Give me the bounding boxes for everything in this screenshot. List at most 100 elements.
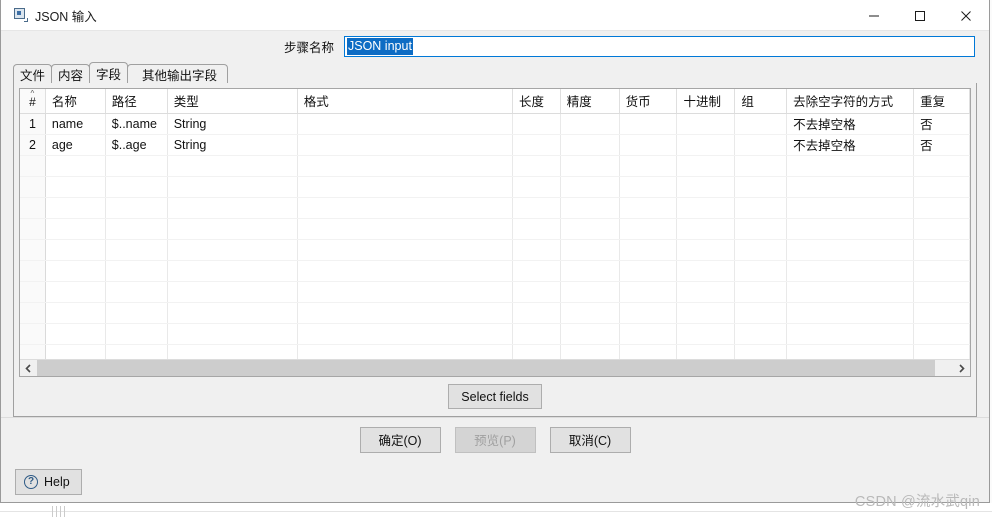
cell-empty[interactable] — [45, 344, 106, 359]
cell-empty[interactable] — [676, 281, 736, 303]
cell-empty[interactable] — [676, 197, 736, 219]
cell-empty[interactable] — [734, 176, 788, 198]
cell-empty[interactable] — [786, 281, 915, 303]
cell-empty[interactable] — [913, 302, 970, 324]
cell-empty[interactable] — [512, 260, 561, 282]
cell-empty[interactable] — [619, 323, 678, 345]
cell-empty[interactable] — [913, 239, 970, 261]
cell-empty[interactable] — [297, 218, 513, 240]
column-header-group[interactable]: 组 — [734, 89, 788, 114]
cell-empty[interactable] — [45, 281, 106, 303]
cell-empty[interactable] — [676, 218, 736, 240]
column-header-format[interactable]: 格式 — [297, 89, 513, 114]
cell-empty[interactable] — [913, 197, 970, 219]
cell-empty[interactable] — [45, 155, 106, 177]
cell-empty[interactable] — [786, 197, 915, 219]
cell-empty[interactable] — [297, 239, 513, 261]
cell-empty[interactable] — [105, 218, 168, 240]
cell-empty[interactable] — [167, 155, 298, 177]
cell-empty[interactable] — [512, 302, 561, 324]
cell-empty[interactable] — [619, 176, 678, 198]
cell-empty[interactable] — [560, 218, 620, 240]
cell-empty[interactable] — [512, 281, 561, 303]
table-row-empty[interactable] — [20, 302, 970, 324]
cell-empty[interactable] — [619, 344, 678, 359]
cell-empty[interactable] — [560, 323, 620, 345]
column-header-trim[interactable]: 去除空字符的方式 — [786, 89, 915, 114]
cell-empty[interactable] — [560, 344, 620, 359]
tab-content[interactable]: 内容 — [51, 64, 91, 83]
cell-currency[interactable] — [619, 134, 678, 156]
chevron-left-icon[interactable] — [20, 360, 37, 376]
cell-empty[interactable] — [45, 176, 106, 198]
cell-empty[interactable] — [20, 323, 46, 345]
cell-empty[interactable] — [913, 176, 970, 198]
table-row-empty[interactable] — [20, 197, 970, 219]
cell-empty[interactable] — [20, 176, 46, 198]
tab-fields[interactable]: 字段 — [89, 62, 129, 83]
cell-repeat[interactable]: 否 — [913, 134, 970, 156]
cell-trim[interactable]: 不去掉空格 — [786, 134, 915, 156]
cell-name[interactable]: name — [45, 113, 106, 135]
cell-empty[interactable] — [913, 218, 970, 240]
cell-empty[interactable] — [619, 155, 678, 177]
cell-empty[interactable] — [20, 260, 46, 282]
cell-decimal[interactable] — [676, 134, 736, 156]
cell-empty[interactable] — [786, 260, 915, 282]
cell-empty[interactable] — [105, 323, 168, 345]
cancel-button[interactable]: 取消(C) — [549, 426, 631, 453]
cell-empty[interactable] — [560, 281, 620, 303]
cell-empty[interactable] — [619, 260, 678, 282]
column-header-length[interactable]: 长度 — [512, 89, 561, 114]
table-row-empty[interactable] — [20, 281, 970, 303]
horizontal-scrollbar-track[interactable] — [935, 360, 953, 376]
cell-type[interactable]: String — [167, 113, 298, 135]
cell-group[interactable] — [734, 134, 788, 156]
cell-format[interactable] — [297, 113, 513, 135]
table-row-empty[interactable] — [20, 344, 970, 359]
cell-type[interactable]: String — [167, 134, 298, 156]
table-row[interactable]: 1 name $..name String 不去掉空格 否 — [20, 113, 970, 135]
cell-empty[interactable] — [786, 155, 915, 177]
cell-empty[interactable] — [676, 302, 736, 324]
cell-empty[interactable] — [619, 281, 678, 303]
cell-empty[interactable] — [734, 155, 788, 177]
cell-empty[interactable] — [786, 323, 915, 345]
cell-empty[interactable] — [734, 218, 788, 240]
cell-empty[interactable] — [45, 218, 106, 240]
cell-empty[interactable] — [676, 155, 736, 177]
cell-empty[interactable] — [20, 344, 46, 359]
column-header-name[interactable]: 名称 — [45, 89, 106, 114]
ok-button[interactable]: 确定(O) — [359, 426, 441, 453]
column-header-num[interactable]: ^ # — [20, 89, 46, 114]
column-header-path[interactable]: 路径 — [105, 89, 168, 114]
cell-empty[interactable] — [45, 197, 106, 219]
cell-empty[interactable] — [734, 260, 788, 282]
cell-empty[interactable] — [45, 260, 106, 282]
cell-empty[interactable] — [619, 302, 678, 324]
column-header-repeat[interactable]: 重复 — [913, 89, 970, 114]
cell-empty[interactable] — [105, 302, 168, 324]
cell-empty[interactable] — [105, 344, 168, 359]
cell-empty[interactable] — [20, 218, 46, 240]
cell-empty[interactable] — [676, 260, 736, 282]
cell-empty[interactable] — [786, 239, 915, 261]
cell-empty[interactable] — [297, 302, 513, 324]
cell-empty[interactable] — [105, 197, 168, 219]
cell-repeat[interactable]: 否 — [913, 113, 970, 135]
cell-empty[interactable] — [786, 344, 915, 359]
table-row[interactable]: 2 age $..age String 不去掉空格 否 — [20, 134, 970, 156]
cell-empty[interactable] — [45, 302, 106, 324]
chevron-right-icon[interactable] — [953, 360, 970, 376]
horizontal-scrollbar[interactable] — [20, 359, 970, 376]
cell-empty[interactable] — [512, 155, 561, 177]
cell-empty[interactable] — [297, 260, 513, 282]
cell-empty[interactable] — [20, 197, 46, 219]
minimize-icon[interactable] — [851, 0, 897, 31]
cell-empty[interactable] — [734, 344, 788, 359]
cell-empty[interactable] — [560, 155, 620, 177]
cell-empty[interactable] — [734, 239, 788, 261]
cell-trim[interactable]: 不去掉空格 — [786, 113, 915, 135]
cell-empty[interactable] — [786, 176, 915, 198]
cell-empty[interactable] — [20, 239, 46, 261]
